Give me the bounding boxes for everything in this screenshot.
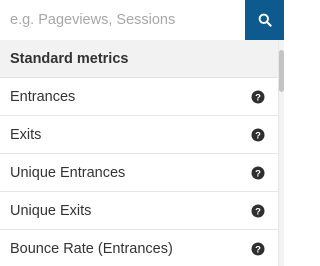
search-bar [0,0,284,40]
help-icon[interactable]: ? [251,166,265,180]
scrollbar[interactable] [278,40,284,266]
metric-item-exits[interactable]: Exits ? [0,116,278,154]
metric-item-unique-exits[interactable]: Unique Exits ? [0,192,278,230]
search-icon [258,13,272,27]
metric-item-label: Entrances [10,88,76,105]
metric-item-entrances[interactable]: Entrances ? [0,78,278,116]
section-title: Standard metrics [10,50,129,67]
help-icon[interactable]: ? [251,90,265,104]
metric-item-bounce-rate-entrances[interactable]: Bounce Rate (Entrances) ? [0,230,278,266]
metric-search-input[interactable] [0,0,245,40]
help-icon[interactable]: ? [251,242,265,256]
metric-item-label: Exits [10,126,42,143]
help-icon[interactable]: ? [251,128,265,142]
search-button[interactable] [245,0,284,40]
metric-picker: Standard metrics Entrances ? Exits ? Uni… [0,0,284,266]
help-icon[interactable]: ? [251,204,265,218]
svg-text:?: ? [255,130,261,141]
svg-text:?: ? [255,168,261,179]
metric-item-unique-entrances[interactable]: Unique Entrances ? [0,154,278,192]
metric-list: Standard metrics Entrances ? Exits ? Uni… [0,40,278,266]
svg-text:?: ? [255,92,261,103]
metric-item-label: Bounce Rate (Entrances) [10,240,173,257]
metric-item-label: Unique Exits [10,202,92,219]
svg-text:?: ? [255,244,261,255]
metric-item-label: Unique Entrances [10,164,126,181]
scroll-thumb[interactable] [279,50,284,92]
section-header-standard-metrics: Standard metrics [0,40,278,78]
svg-text:?: ? [255,206,261,217]
